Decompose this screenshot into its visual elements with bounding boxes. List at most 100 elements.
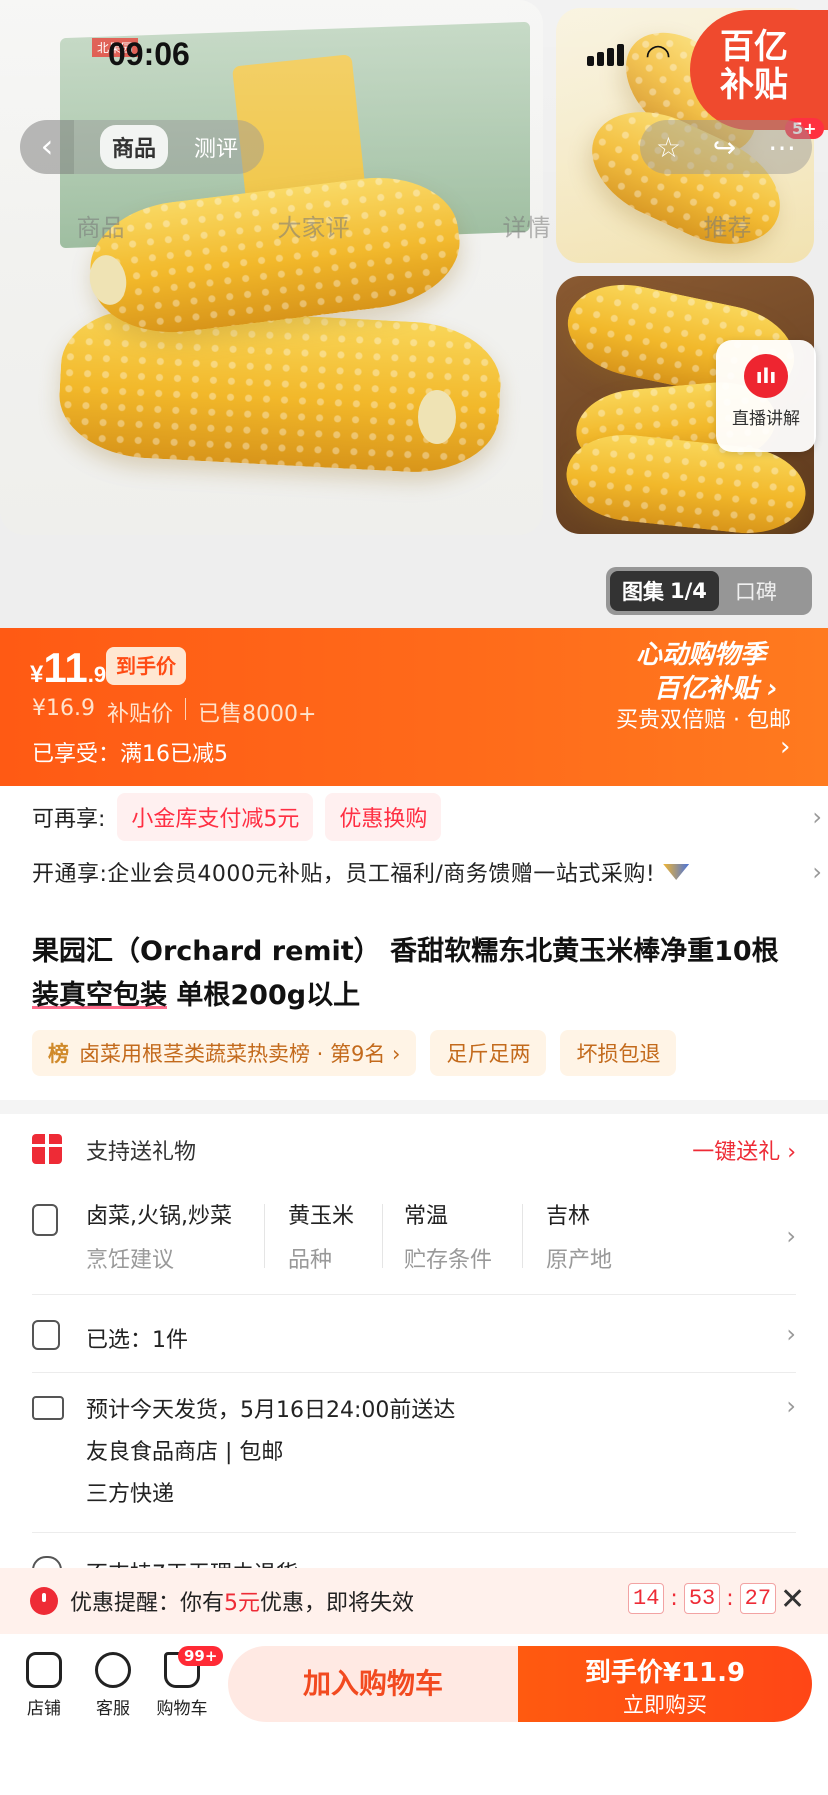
send-gift-link[interactable]: 一键送礼 › xyxy=(692,1134,796,1166)
gallery-tab-reputation[interactable]: 口碑 xyxy=(719,576,777,606)
ranking-icon: 榜 xyxy=(48,1042,69,1066)
product-title: 果园汇（Orchard remit） 香甜软糯东北黄玉米棒净重10根 装真空包装… xyxy=(32,936,779,1011)
gift-row[interactable]: 支持送礼物 一键送礼 › xyxy=(32,1132,796,1172)
ghost-tab[interactable]: 大家评 xyxy=(278,208,350,243)
full-weight-chip: 足斤足两 xyxy=(430,1030,547,1076)
final-price-tag: 到手价 xyxy=(106,647,186,685)
ranking-chip[interactable]: 榜 卤菜用根茎类蔬菜热卖榜 · 第9名 › xyxy=(32,1030,417,1076)
promo-title: 心动购物季 xyxy=(636,640,767,670)
spec-item: 卤菜,火锅,炒菜 烹饪建议 xyxy=(86,1204,232,1273)
corn-cob-end-image xyxy=(418,390,456,444)
extra-benefits-label: 可再享: xyxy=(32,807,106,832)
ghost-tab-bar: 商品 大家评 详情 推荐 xyxy=(0,208,828,243)
share-icon[interactable]: ↪ xyxy=(713,131,736,164)
promo-subsidy-link[interactable]: 百亿补贴 › xyxy=(654,668,778,705)
vip-diamond-icon xyxy=(663,864,690,880)
back-button[interactable]: ‹ xyxy=(20,120,74,174)
divider xyxy=(185,698,186,720)
countdown-timer: 14: 53: 27 xyxy=(628,1583,777,1614)
enterprise-member-row[interactable]: 开通享:企业会员4000元补贴，员工福利/商务馈赠一站式采购! › xyxy=(32,848,822,896)
enterprise-member-text: 开通享:企业会员4000元补贴，员工福利/商务馈赠一站式采购! xyxy=(32,862,656,887)
countdown-seconds: 27 xyxy=(739,1583,777,1614)
buy-price-label: 到手价¥11.9 xyxy=(584,1658,746,1688)
back-arrow-icon: ‹ xyxy=(40,127,54,165)
gallery-tab-album[interactable]: 图集 1/4 xyxy=(610,571,719,611)
live-explain-button[interactable]: ılı 直播讲解 xyxy=(716,340,816,452)
divider xyxy=(32,1372,796,1373)
extra-benefits-row[interactable]: 可再享: 小金库支付减5元 优惠换购 › xyxy=(32,790,822,844)
coupon-reminder-text: 优惠提醒：你有5元优惠，即将失效 xyxy=(70,1591,415,1616)
section-gap xyxy=(0,1100,828,1114)
checklist-icon xyxy=(32,1320,60,1350)
buy-now-button[interactable]: 到手价¥11.9 立即购买 xyxy=(518,1646,812,1722)
live-label: 直播讲解 xyxy=(732,409,800,429)
gallery-index: 1/4 xyxy=(670,579,707,603)
add-to-cart-button[interactable]: 加入购物车 xyxy=(228,1646,518,1722)
divider xyxy=(32,1532,796,1533)
selected-sku-row[interactable]: 已选：1件 › xyxy=(32,1320,796,1360)
spec-item: 黄玉米 品种 xyxy=(288,1204,355,1273)
chevron-right-icon: › xyxy=(812,858,822,886)
signal-icon xyxy=(587,42,633,66)
badge-line-2: 补贴 xyxy=(720,65,788,105)
coffer-pay-discount-chip[interactable]: 小金库支付减5元 xyxy=(117,793,314,841)
ghost-tab[interactable]: 推荐 xyxy=(704,208,752,243)
damage-refund-chip: 坏损包退 xyxy=(560,1030,677,1076)
spec-item: 吉林 原产地 xyxy=(546,1204,613,1273)
delivery-estimate: 预计今天发货，5月16日24:00前送达 xyxy=(86,1398,456,1423)
chevron-right-icon[interactable]: › xyxy=(780,732,790,762)
close-icon[interactable]: ✕ xyxy=(780,1582,805,1617)
benefits-section: 可再享: 小金库支付减5元 优惠换购 › 开通享:企业会员4000元补贴，员工福… xyxy=(0,786,828,904)
chevron-right-icon: › xyxy=(812,803,822,831)
discount-applied: 已享受：满16已减5 xyxy=(32,742,228,767)
tag-row: 榜 卤菜用根茎类蔬菜热卖榜 · 第9名 › 足斤足两 坏损包退 xyxy=(32,1030,812,1076)
store-shipping-info: 友良食品商店 | 包邮 xyxy=(86,1440,284,1465)
bottom-action-bar: 店铺 客服 购物车 99+ 加入购物车 到手价¥11.9 立即购买 xyxy=(0,1634,828,1795)
chat-face-icon xyxy=(95,1652,131,1688)
divider xyxy=(382,1204,383,1268)
tab-review[interactable]: 测评 xyxy=(194,131,238,163)
product-gallery[interactable]: 北果园 商品 大家评 详情 推荐 09:06 ◠ 9+ 百亿 补贴 5+ xyxy=(0,0,828,628)
divider xyxy=(32,1294,796,1295)
chevron-right-icon: › xyxy=(786,1392,796,1420)
ghost-tab[interactable]: 商品 xyxy=(77,208,125,243)
promo-guarantee: 买贵双倍赔 · 包邮 xyxy=(616,708,791,733)
badge-line-1: 百亿 xyxy=(720,27,788,67)
original-price-label: 补贴价 xyxy=(106,702,173,727)
countdown-hours: 14 xyxy=(628,1583,665,1614)
favorite-star-icon[interactable]: ☆ xyxy=(656,131,681,164)
status-time: 09:06 xyxy=(108,36,190,72)
specs-row[interactable]: 卤菜,火锅,炒菜 烹饪建议 黄玉米 品种 常温 贮存条件 吉林 原产地 › xyxy=(32,1198,796,1278)
price-banner[interactable]: ¥11.9 到手价 ¥16.9 补贴价 已售8000+ 已享受：满16已减5 心… xyxy=(0,628,828,786)
buy-now-label: 立即购买 xyxy=(623,1693,707,1717)
chevron-right-icon: › xyxy=(786,1320,796,1348)
customer-service-button[interactable]: 客服 xyxy=(83,1652,143,1719)
countdown-minutes: 53 xyxy=(683,1583,721,1614)
coupon-reminder-bar[interactable]: 优惠提醒：你有5元优惠，即将失效 14: 53: 27 ✕ xyxy=(0,1568,828,1634)
selected-sku-text: 已选：1件 xyxy=(86,1328,188,1353)
gallery-counter[interactable]: 图集 1/4 口碑 xyxy=(606,567,812,615)
billion-subsidy-badge[interactable]: 百亿 补贴 xyxy=(690,10,828,130)
chevron-right-icon: › xyxy=(786,1222,796,1250)
gift-label: 支持送礼物 xyxy=(86,1140,197,1165)
clock-icon xyxy=(30,1587,58,1615)
store-icon xyxy=(26,1652,62,1688)
cart-count-badge: 99+ xyxy=(178,1646,224,1666)
top-tab-bar: 商品 测评 xyxy=(74,120,264,174)
truck-icon xyxy=(32,1396,64,1420)
exchange-offer-chip[interactable]: 优惠换购 xyxy=(325,793,442,841)
live-icon: ılı xyxy=(744,354,788,398)
store-button[interactable]: 店铺 xyxy=(14,1652,74,1719)
ghost-tab[interactable]: 详情 xyxy=(503,208,551,243)
gallery-album-label: 图集 xyxy=(622,580,664,604)
courier-info: 三方快递 xyxy=(86,1482,175,1507)
price-subline: ¥16.9 补贴价 已售8000+ xyxy=(32,696,316,728)
gift-icon xyxy=(32,1134,62,1164)
tab-product[interactable]: 商品 xyxy=(100,125,169,169)
divider xyxy=(522,1204,523,1268)
divider xyxy=(264,1204,265,1268)
original-price: ¥16.9 xyxy=(32,696,95,721)
more-icon[interactable]: ⋯ xyxy=(768,131,796,164)
shipping-row[interactable]: 预计今天发货，5月16日24:00前送达 友良食品商店 | 包邮 三方快递 › xyxy=(32,1392,796,1522)
top-actions: ☆ ↪ ⋯ xyxy=(640,120,812,174)
